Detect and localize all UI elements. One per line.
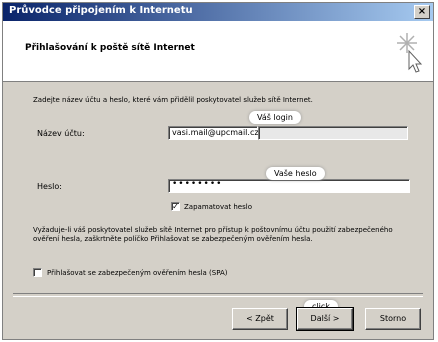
title-bar[interactable]: Průvodce připojením k Internetu ×: [3, 3, 433, 21]
account-value: vasi.mail@upcmail.cz: [172, 128, 259, 137]
password-callout: Vaše heslo: [266, 167, 325, 180]
password-mask: ••••••••: [172, 179, 223, 189]
spa-description: Vyžaduje-li váš poskytovatel služeb sítě…: [33, 226, 393, 243]
wizard-sparkle-icon: [397, 33, 423, 73]
account-field-ext[interactable]: [258, 126, 408, 140]
password-label: Heslo:: [37, 182, 62, 191]
remember-password-checkbox[interactable]: ✓: [171, 202, 180, 211]
login-callout: Váš login: [249, 111, 301, 124]
footer-divider: [13, 293, 423, 297]
back-button[interactable]: < Zpět: [232, 308, 288, 330]
remember-password-label: Zapamatovat heslo: [184, 203, 252, 211]
close-button[interactable]: ×: [414, 5, 430, 19]
wizard-body: Zadejte název účtu a heslo, které vám př…: [3, 82, 433, 292]
next-button[interactable]: Další >: [296, 307, 354, 331]
wizard-header: Přihlašování k poště sítě Internet: [3, 21, 433, 82]
spa-label: Přihlašovat se zabezpečeným ověřením hes…: [47, 269, 228, 277]
intro-text: Zadejte název účtu a heslo, které vám př…: [33, 96, 313, 104]
page-heading: Přihlašování k poště sítě Internet: [25, 43, 195, 53]
account-label: Název účtu:: [37, 129, 85, 138]
wizard-dialog: Průvodce připojením k Internetu × Přihla…: [2, 2, 434, 340]
cancel-button[interactable]: Storno: [365, 308, 421, 330]
window-title: Průvodce připojením k Internetu: [9, 5, 193, 16]
spa-checkbox[interactable]: [33, 268, 42, 277]
account-field[interactable]: vasi.mail@upcmail.cz: [168, 126, 259, 140]
password-field[interactable]: ••••••••: [168, 179, 410, 193]
